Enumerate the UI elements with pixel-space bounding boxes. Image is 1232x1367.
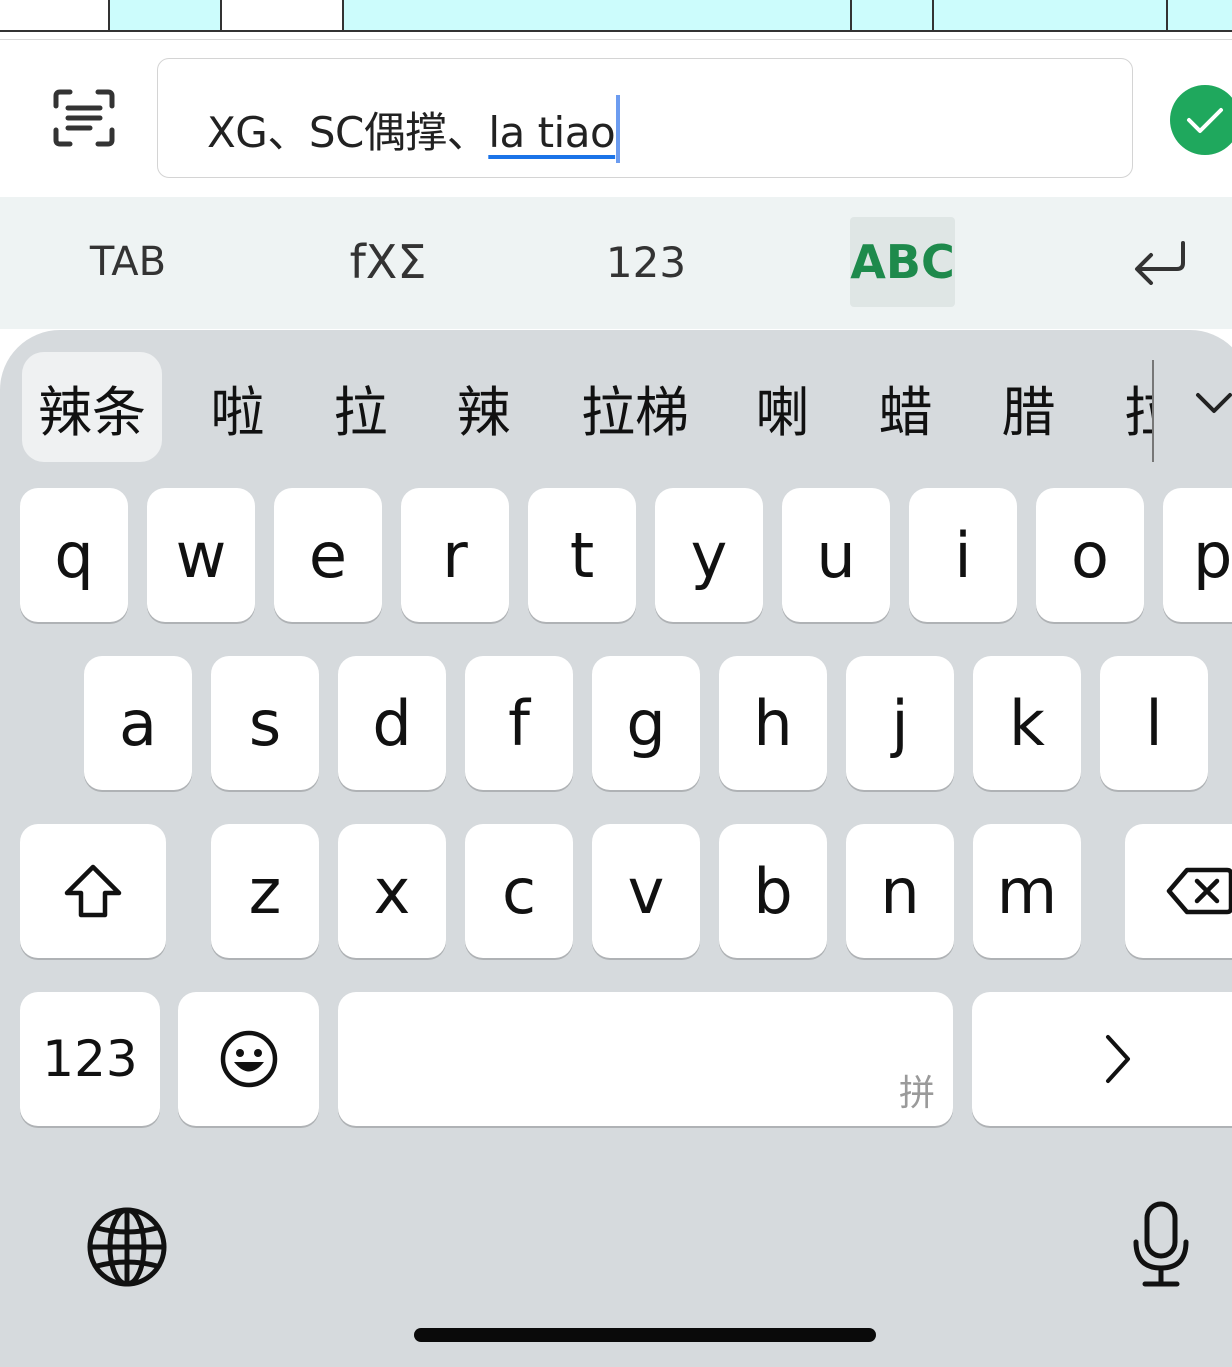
candidate-item[interactable]: 拉: [1124, 352, 1152, 462]
key-w[interactable]: w: [147, 488, 255, 622]
key-v[interactable]: v: [592, 824, 700, 958]
globe-icon[interactable]: [86, 1206, 168, 1288]
chevron-down-icon[interactable]: [1190, 385, 1232, 435]
key-e[interactable]: e: [274, 488, 382, 622]
composing-text: la tiao: [488, 108, 616, 157]
key-o[interactable]: o: [1036, 488, 1144, 622]
function-toolbar: TAB fXΣ 123 ABC: [0, 197, 1232, 329]
check-icon[interactable]: [1170, 85, 1232, 155]
shift-icon[interactable]: [20, 824, 166, 958]
key-z[interactable]: z: [211, 824, 319, 958]
key-u[interactable]: u: [782, 488, 890, 622]
candidate-item[interactable]: 拉: [323, 352, 398, 462]
emoji-icon[interactable]: [178, 992, 319, 1126]
formula-input-field[interactable]: XG、SC偶撑、la tiao: [157, 58, 1133, 178]
numbers-mode-key[interactable]: 123: [20, 992, 160, 1126]
candidate-divider: [1152, 360, 1154, 462]
ios-keyboard: 辣条 啦 拉 辣 拉梯 喇 蜡 腊 拉 q w e r t y u i o p …: [0, 330, 1232, 1367]
return-icon[interactable]: [1126, 217, 1196, 307]
committed-text: XG、SC偶撑、: [207, 108, 489, 157]
numbers-key[interactable]: 123: [598, 217, 694, 307]
key-b[interactable]: b: [719, 824, 827, 958]
key-r[interactable]: r: [401, 488, 509, 622]
candidate-item[interactable]: 拉梯: [575, 352, 695, 462]
candidate-item[interactable]: 腊: [991, 352, 1066, 462]
sheet-cell[interactable]: [222, 0, 344, 32]
candidate-item[interactable]: 喇: [745, 352, 820, 462]
key-s[interactable]: s: [211, 656, 319, 790]
spreadsheet-row-strip: [0, 0, 1232, 40]
microphone-icon[interactable]: [1130, 1200, 1192, 1290]
chevron-right-icon[interactable]: [972, 992, 1232, 1126]
formula-input-bar: XG、SC偶撑、la tiao: [0, 40, 1232, 197]
key-d[interactable]: d: [338, 656, 446, 790]
candidate-item[interactable]: 辣条: [22, 352, 162, 462]
key-n[interactable]: n: [846, 824, 954, 958]
key-y[interactable]: y: [655, 488, 763, 622]
formula-input-text: XG、SC偶撑、la tiao: [207, 95, 621, 163]
text-caret: [616, 95, 621, 163]
sheet-cell[interactable]: [0, 0, 110, 32]
key-i[interactable]: i: [909, 488, 1017, 622]
space-bar[interactable]: 拼: [338, 992, 953, 1126]
sheet-cell[interactable]: [344, 0, 852, 32]
key-a[interactable]: a: [84, 656, 192, 790]
home-indicator[interactable]: [414, 1328, 876, 1342]
key-h[interactable]: h: [719, 656, 827, 790]
key-j[interactable]: j: [846, 656, 954, 790]
key-g[interactable]: g: [592, 656, 700, 790]
key-x[interactable]: x: [338, 824, 446, 958]
key-f[interactable]: f: [465, 656, 573, 790]
letters-key[interactable]: ABC: [850, 217, 955, 307]
scan-text-icon[interactable]: [52, 88, 116, 148]
tab-key[interactable]: TAB: [80, 217, 176, 307]
key-t[interactable]: t: [528, 488, 636, 622]
sheet-cell[interactable]: [934, 0, 1168, 32]
candidate-item[interactable]: 辣: [446, 352, 521, 462]
backspace-icon[interactable]: [1125, 824, 1232, 958]
candidate-bar: 辣条 啦 拉 辣 拉梯 喇 蜡 腊 拉: [0, 330, 1232, 470]
key-k[interactable]: k: [973, 656, 1081, 790]
pinyin-hint: 拼: [898, 1073, 935, 1114]
candidate-item[interactable]: 啦: [200, 352, 275, 462]
key-p[interactable]: p: [1163, 488, 1232, 622]
sheet-cell[interactable]: [852, 0, 934, 32]
candidate-item[interactable]: 蜡: [868, 352, 943, 462]
sheet-cell[interactable]: [1168, 0, 1232, 32]
key-l[interactable]: l: [1100, 656, 1208, 790]
key-q[interactable]: q: [20, 488, 128, 622]
key-c[interactable]: c: [465, 824, 573, 958]
key-m[interactable]: m: [973, 824, 1081, 958]
sheet-cell[interactable]: [110, 0, 222, 32]
formula-key[interactable]: fXΣ: [340, 217, 436, 307]
candidate-item-label: 拉: [1124, 380, 1152, 444]
